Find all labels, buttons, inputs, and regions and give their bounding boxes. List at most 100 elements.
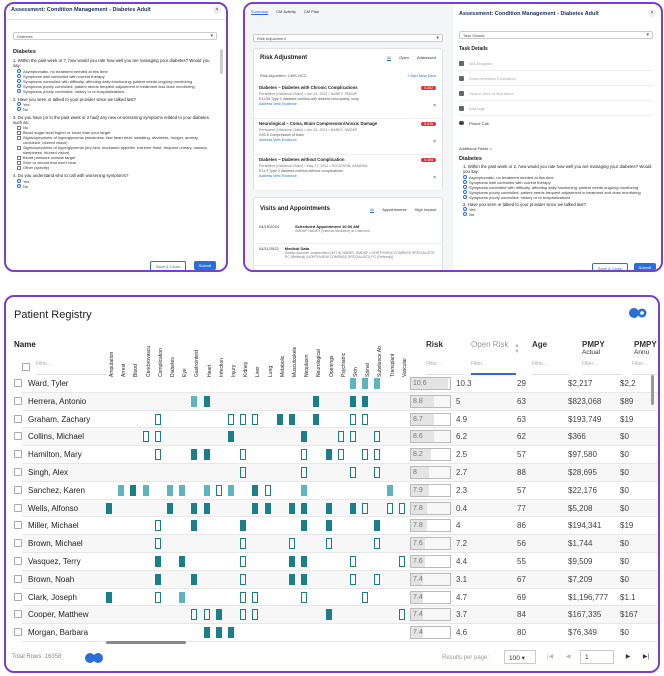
patient-name[interactable]: Brown, Michael [28,539,83,548]
risk-tab-all[interactable]: All [386,55,392,61]
row-checkbox[interactable] [14,574,22,583]
tab-summary[interactable]: Summary [251,9,269,15]
row-checkbox[interactable] [14,414,22,423]
horizontal-scrollbar[interactable] [106,641,186,644]
patient-name[interactable]: Cooper, Matthew [28,610,88,619]
patient-name[interactable]: Collins, Michael [28,432,84,441]
radio-button[interactable] [17,79,21,84]
radio-button[interactable] [17,69,21,74]
last-page-button[interactable]: ▶| [640,650,652,664]
visit-item[interactable]: 04/11/2022 Medical Data Sweep disorder, … [254,244,442,266]
results-per-page-select[interactable]: 100 ▾ [504,650,536,664]
table-row[interactable]: Graham, Zachary 8.7 4.9 63 $193,749 $19 [14,411,658,429]
task-field[interactable]: Search here to find tasks [459,86,653,101]
scrollbar[interactable] [220,49,223,74]
risk-item[interactable]: Diabetes – Diabetes without Complication… [254,155,442,191]
table-row[interactable]: Ward, Tyler 10.6 10.3 29 $2,217 $2,2 [14,375,658,393]
risk-item-links[interactable]: Address View Evidence [259,174,437,179]
radio-button[interactable] [463,180,467,185]
row-checkbox[interactable] [14,521,22,530]
row-checkbox[interactable] [14,468,22,476]
table-row[interactable]: Vasquez, Terry 7.6 4.4 55 $9,509 $0 [14,553,658,571]
row-checkbox[interactable] [14,432,22,441]
open-risk-filter[interactable]: Filter... [471,361,516,375]
radio-button[interactable] [17,184,21,189]
submit-button-right[interactable]: Submit [633,263,656,270]
add-new-link[interactable]: + Add New Dxm [407,73,436,78]
risk-algorithm[interactable]: Risk Algorithm: CMS-HCC [260,73,307,78]
task-dropdown[interactable]: Task Details [459,31,653,39]
checkbox[interactable] [17,130,21,135]
table-row[interactable]: Hamilton, Mary 8.2 2.5 57 $97,580 $0 [14,446,658,464]
settings-icon[interactable] [628,306,648,318]
row-checkbox[interactable] [14,485,22,494]
task-field-phone[interactable]: Phone Call [459,116,653,130]
age-header[interactable]: Age [532,340,547,349]
checkbox[interactable] [17,125,21,130]
patient-name[interactable]: Morgan, Barbara [28,628,88,637]
table-row[interactable]: Brown, Michael 7.6 7.2 56 $1,744 $0 [14,535,658,553]
table-row[interactable]: Miller, Michael 7.8 4 86 $194,341 $19 [14,517,658,536]
table-row[interactable]: Morgan, Barbara 7.4 4.6 80 $76,349 $0 [14,624,658,642]
patient-name[interactable]: Herrera, Antonio [28,397,86,406]
first-page-button[interactable]: |◀ [544,650,556,664]
condition-header[interactable]: Amputation [109,352,115,377]
radio-button[interactable] [17,102,21,107]
risk-filter[interactable]: Filter... [426,361,464,375]
close-icon[interactable]: × [213,6,221,14]
table-row[interactable]: Singh, Alex 8 2.7 88 $28,695 $0 [14,464,658,482]
condition-header[interactable]: Gastrointest [194,350,200,377]
row-checkbox[interactable] [14,628,22,637]
answer-option[interactable]: Signs/symptoms of hyperglycemia (weaknes… [17,135,214,145]
submit-button[interactable]: Submit [193,261,216,270]
patient-name[interactable]: Ward, Tyler [28,379,68,388]
condition-header[interactable]: Complication [158,348,164,377]
table-row[interactable]: Wells, Alfonso 7.8 0.4 77 $5,208 $0 [14,499,658,518]
visit-tab-high-impact[interactable]: High Impact [415,207,436,213]
row-checkbox[interactable] [14,503,22,512]
name-header[interactable]: Name [14,340,36,349]
checkbox[interactable] [17,160,21,165]
risk-tab-addressed[interactable]: Addressed [417,55,436,61]
save-close-button[interactable]: Save & Close [149,261,186,270]
condition-header[interactable]: Musculoskele [292,347,298,377]
row-checkbox[interactable] [14,592,22,601]
condition-header[interactable]: Neoplasm [304,354,310,377]
task-field[interactable]: Documentation Evaluation [459,71,653,86]
table-row[interactable]: Clark, Joseph 7.4 4.7 69 $1,196,777 $1.1 [14,589,658,607]
patient-name[interactable]: Sanchez, Karen [28,486,85,495]
answer-option[interactable]: Signs/symptoms of hyperglycemia (dry ski… [17,145,214,155]
prev-page-button[interactable]: ◀ [562,650,574,664]
additional-fields-link[interactable]: Additional Fields > [459,146,492,151]
risk-item-links[interactable]: Address View Evidence [259,138,437,143]
answer-option[interactable]: Other (specify) [17,165,214,170]
export-icon[interactable] [85,651,103,663]
risk-item-links[interactable]: Address View Evidence [259,102,437,107]
row-checkbox[interactable] [14,379,22,387]
answer-option[interactable]: Symptoms poorly controlled; history or r… [463,195,653,200]
answer-option[interactable]: No [463,212,653,217]
condition-header[interactable]: Psychiatric [341,353,347,377]
risk-header[interactable]: Risk [426,340,443,349]
task-field[interactable]: Not Assigned [459,56,653,71]
condition-header[interactable]: Transplant [390,354,396,377]
condition-header[interactable]: Substance Ab [377,346,383,377]
radio-button[interactable] [17,107,21,112]
table-row[interactable]: Cooper, Matthew 7.4 3.7 84 $167,335 $167 [14,606,658,625]
condition-header[interactable]: Metabolic [280,356,286,377]
patient-name[interactable]: Brown, Noah [28,575,74,584]
table-row[interactable]: Collins, Michael 8.6 6.2 62 $366 $0 [14,428,658,447]
answer-option[interactable]: No [17,107,214,112]
radio-button[interactable] [17,84,21,89]
save-close-button-right[interactable]: Save & Close [591,263,628,270]
row-checkbox[interactable] [14,450,22,459]
checkbox[interactable] [17,145,21,150]
close-icon[interactable]: × [433,139,436,145]
visit-tab-appointments[interactable]: Appointments [382,207,406,213]
visit-tab-all[interactable]: All [369,207,375,213]
patient-name[interactable]: Singh, Alex [28,468,68,477]
table-row[interactable]: Brown, Noah 7.4 3.1 67 $7,209 $0 [14,570,658,589]
tab-cm-activity[interactable]: CM Activity [276,9,296,15]
visit-item[interactable]: 04/19/2024 Scheduled Appointment 10:00 A… [254,222,442,244]
risk-item[interactable]: Neurological – Coma, Brain Compression/A… [254,119,442,155]
